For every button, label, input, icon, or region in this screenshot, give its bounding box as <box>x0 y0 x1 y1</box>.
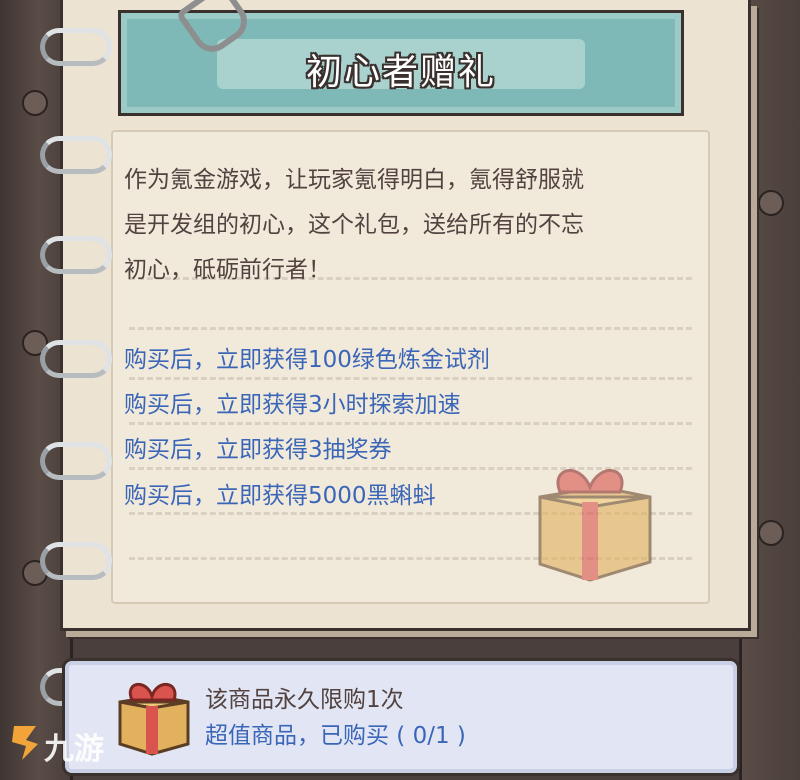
gift-description: 作为氪金游戏，让玩家氪得明白，氪得舒服就 是开发组的初心，这个礼包，送给所有的不… <box>124 158 714 293</box>
watermark-logo-icon <box>12 726 38 760</box>
gift-box-icon <box>118 683 190 756</box>
ruled-line <box>129 377 692 380</box>
binder-ring-icon <box>40 442 112 480</box>
purchase-limit-text: 该商品永久限购1次 <box>205 687 404 713</box>
bolt-icon <box>758 520 784 546</box>
ruled-line <box>129 327 692 330</box>
description-line: 是开发组的初心，这个礼包，送给所有的不忘 <box>124 212 584 238</box>
binder-ring-icon <box>40 236 112 274</box>
bolt-icon <box>758 190 784 216</box>
watermark-text: 九游 <box>44 732 104 767</box>
bolt-icon <box>22 90 48 116</box>
purchase-status-text: 超值商品，已购买 ( 0/1 ) <box>205 723 466 749</box>
binder-ring-icon <box>40 542 112 580</box>
binder-ring-icon <box>40 340 112 378</box>
ruled-line <box>129 422 692 425</box>
benefit-item: 购买后，立即获得100绿色炼金试剂 <box>124 347 490 373</box>
description-line: 初心，砥砺前行者！ <box>124 257 331 283</box>
binder-ring-icon <box>40 28 112 66</box>
benefit-item: 购买后，立即获得3小时探索加速 <box>124 392 461 418</box>
binder-ring-icon <box>40 136 112 174</box>
description-line: 作为氪金游戏，让玩家氪得明白，氪得舒服就 <box>124 167 584 193</box>
gift-box-icon <box>538 469 652 582</box>
